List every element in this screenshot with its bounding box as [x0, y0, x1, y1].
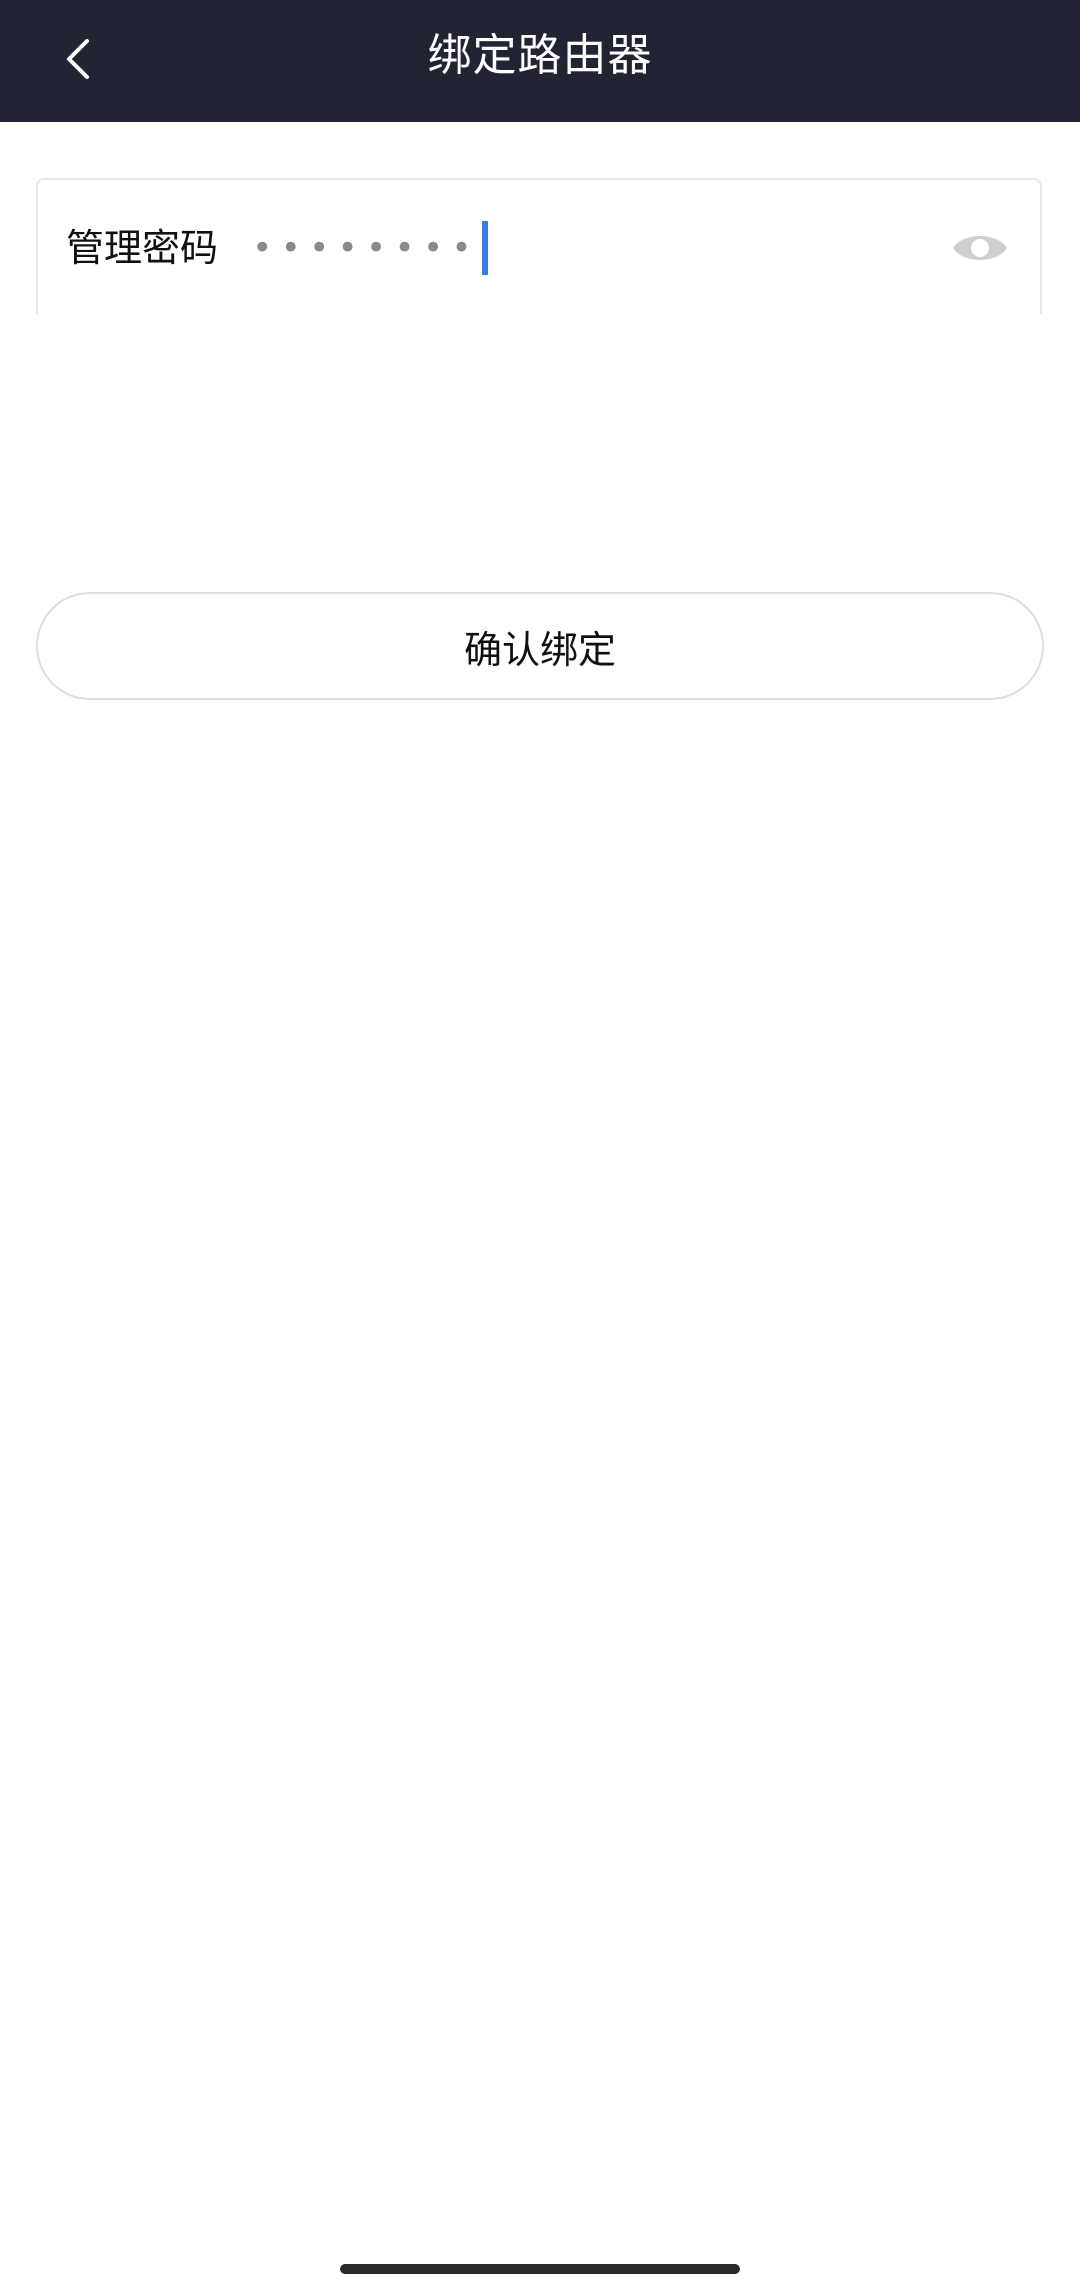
password-field-card: 管理密码 •••••••• — [36, 178, 1042, 314]
page-title: 绑定路由器 — [427, 30, 653, 81]
toggle-password-visibility-button[interactable] — [950, 218, 1010, 278]
home-indicator[interactable] — [340, 2264, 740, 2274]
password-input[interactable]: •••••••• — [252, 220, 488, 276]
eye-icon — [953, 236, 1007, 260]
header-bar: 绑定路由器 — [0, 0, 1080, 122]
confirm-bind-button[interactable]: 确认绑定 — [36, 592, 1044, 700]
bind-router-screen: 绑定路由器 管理密码 •••••••• 确认绑定 — [0, 0, 1080, 2290]
password-label: 管理密码 — [66, 226, 219, 270]
password-masked-value: •••••••• — [252, 228, 480, 268]
text-caret — [481, 221, 488, 275]
